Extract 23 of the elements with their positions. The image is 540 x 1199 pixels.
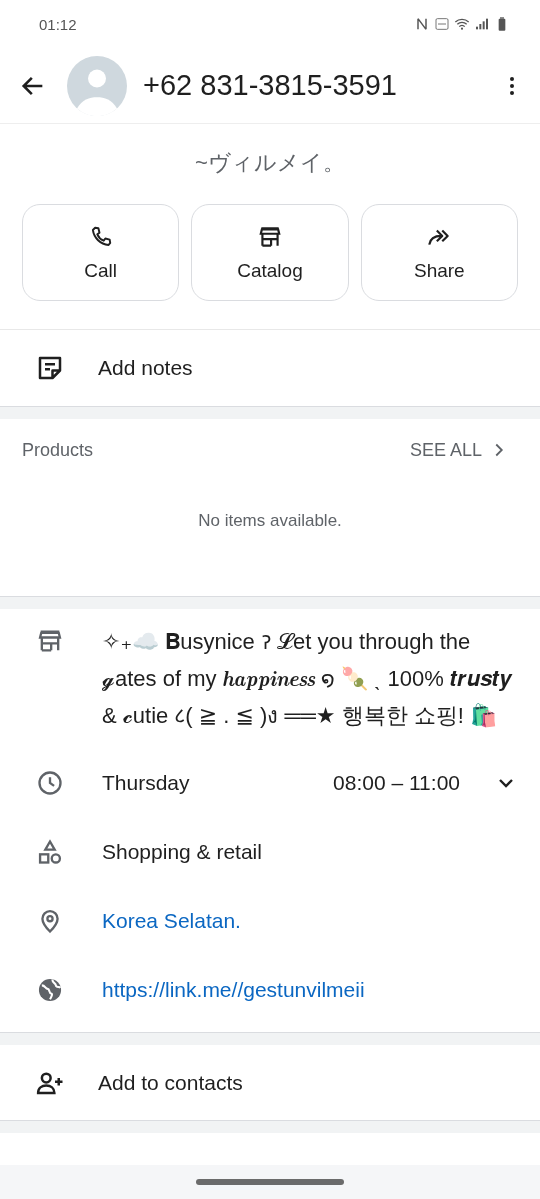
hours-day: Thursday xyxy=(102,770,190,795)
gesture-handle[interactable] xyxy=(196,1179,344,1185)
clock-icon xyxy=(36,768,64,797)
avatar xyxy=(67,55,127,116)
wifi-icon xyxy=(454,16,470,32)
see-all-link[interactable]: SEE ALL xyxy=(409,439,510,461)
add-to-contacts-item[interactable]: Add to contacts xyxy=(0,1045,540,1120)
catalog-button[interactable]: Catalog xyxy=(191,204,349,301)
nfc-icon xyxy=(414,16,430,32)
website-link[interactable]: https://link.me//gestunvilmeii xyxy=(102,977,365,1002)
contact-subtitle: ~ヴィルメイ。 xyxy=(195,149,345,177)
business-description: ✧₊☁ 𝐁usynice ॽ 𝓛et you through the 𝓰ates of my 𝒉𝒂𝒑𝒑𝒊𝒏𝒆𝒔𝒔 ໑ 🍡 ˎ 100% 𝒕𝒓𝒖𝒔𝒕𝒚 & 𝓬utie ८( ≧ . ≦ )ง ══★ 행복한 쇼핑! 🛍 xyxy=(102,628,514,730)
address-link[interactable]: Korea Selatan. xyxy=(102,908,241,933)
call-button[interactable]: Call xyxy=(22,204,180,301)
signal-icon xyxy=(474,16,490,32)
hours-time: 08:00 – 11:00 xyxy=(333,770,460,795)
shapes-icon xyxy=(36,837,64,866)
status-time: 01:12 xyxy=(39,15,77,33)
empty-message: No items available. xyxy=(197,511,343,531)
category-text: Shopping & retail xyxy=(102,839,262,864)
products-heading: Products xyxy=(22,439,94,461)
share-button[interactable]: Share xyxy=(360,204,518,301)
contact-phone-number: +62 831-3815-3591 xyxy=(143,69,398,102)
